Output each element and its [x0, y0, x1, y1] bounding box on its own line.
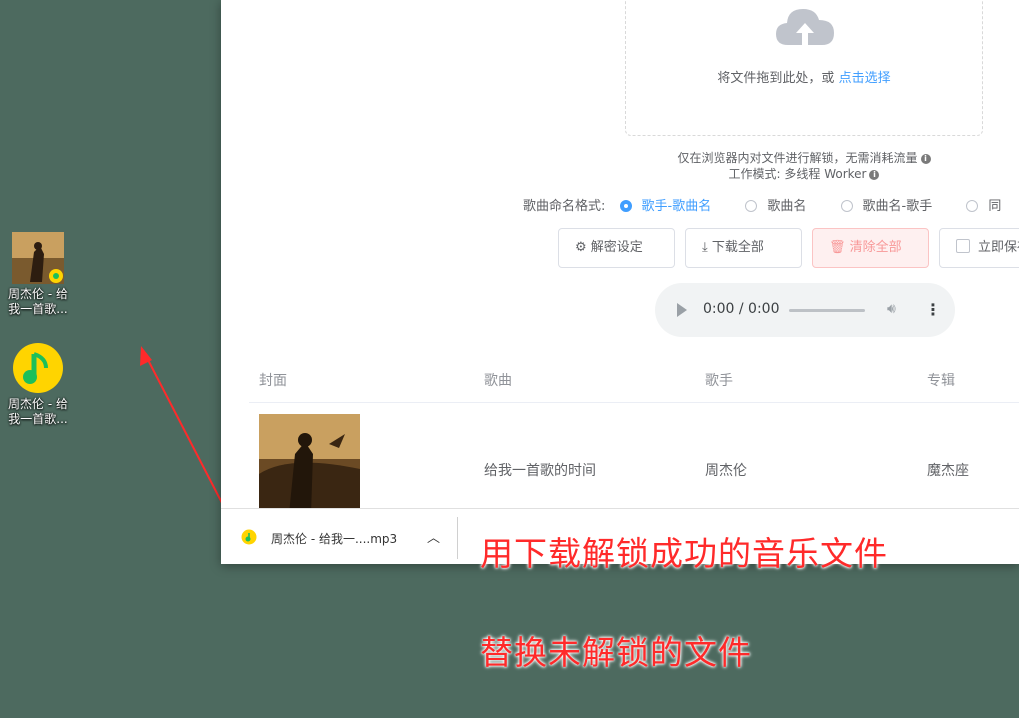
radio-artist-title[interactable]: 歌手-歌曲名 — [619, 195, 711, 214]
file-drop-zone[interactable]: 将文件拖到此处，或 点击选择 — [625, 0, 983, 136]
qqmusic-icon — [241, 529, 257, 545]
player-time: 0:00 / 0:00 — [703, 301, 780, 317]
gear-icon: ⚙ — [575, 240, 587, 255]
annotation-line2: 替换未解锁的文件 — [480, 633, 752, 672]
radio-same[interactable]: 同 — [966, 195, 1001, 214]
radio-title[interactable]: 歌曲名 — [745, 195, 806, 214]
download-icon: ⤓ — [702, 240, 708, 255]
play-icon[interactable] — [677, 303, 687, 317]
naming-format-row: 歌曲命名格式: 歌手-歌曲名 歌曲名 歌曲名-歌手 同 — [523, 195, 1001, 214]
trash-icon: 🗑︎ — [829, 240, 846, 255]
info-icon[interactable]: i — [920, 154, 931, 164]
save-now-checkbox[interactable]: 立即保存 — [939, 228, 1019, 268]
chevron-up-icon[interactable]: ︿ — [427, 527, 440, 546]
radio-title-artist[interactable]: 歌曲名-歌手 — [840, 195, 932, 214]
column-header-song: 歌曲 — [484, 373, 512, 389]
decrypt-settings-button[interactable]: ⚙ 解密设定 — [558, 228, 675, 268]
clear-all-button[interactable]: 🗑︎ 清除全部 — [812, 228, 929, 268]
column-header-cover: 封面 — [259, 373, 287, 389]
column-header-album: 专辑 — [927, 373, 955, 389]
table-divider — [249, 402, 1019, 403]
audio-player: 0:00 / 0:00 🔊︎ ⋮ — [655, 283, 955, 337]
browser-window: 将文件拖到此处，或 点击选择 仅在浏览器内对文件进行解锁，无需消耗流量 i 工作模… — [221, 0, 1019, 564]
more-options-icon[interactable]: ⋮ — [925, 300, 941, 319]
drop-zone-text: 将文件拖到此处，或 点击选择 — [717, 71, 891, 86]
volume-icon[interactable]: 🔊︎ — [887, 301, 896, 317]
album-cover — [259, 414, 360, 514]
worker-mode-note: 工作模式: 多线程 Worker i — [625, 165, 983, 182]
album-cell: 魔杰座 — [927, 463, 969, 479]
song-title-cell: 给我一首歌的时间 — [484, 463, 596, 479]
download-all-button[interactable]: ⤓ 下载全部 — [685, 228, 802, 268]
download-filename[interactable]: 周杰伦 - 给我一....mp3 — [271, 530, 397, 547]
browser-only-note: 仅在浏览器内对文件进行解锁，无需消耗流量 i — [625, 149, 983, 166]
column-header-artist: 歌手 — [705, 373, 733, 389]
select-file-link[interactable]: 点击选择 — [839, 71, 891, 86]
naming-format-label: 歌曲命名格式: — [523, 199, 606, 214]
progress-slider[interactable] — [789, 309, 865, 312]
annotation-line1: 用下载解锁成功的音乐文件 — [480, 534, 888, 573]
divider — [457, 517, 458, 559]
artist-cell: 周杰伦 — [705, 463, 747, 479]
info-icon[interactable]: i — [869, 170, 880, 180]
cloud-upload-icon — [776, 9, 834, 45]
checkbox-icon — [956, 239, 970, 253]
